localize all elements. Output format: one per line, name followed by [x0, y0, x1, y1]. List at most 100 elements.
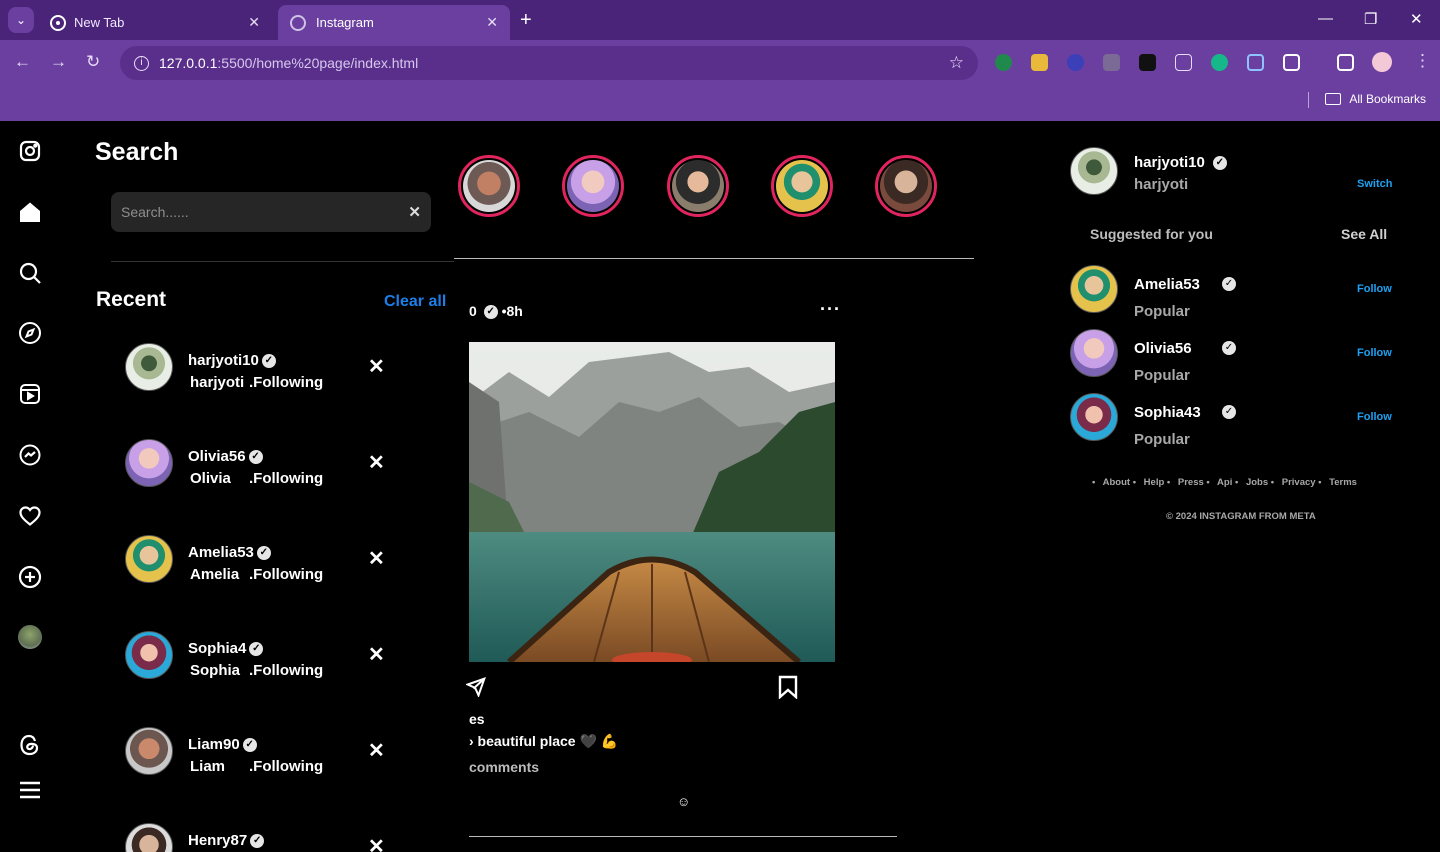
footer-link-terms[interactable]: Terms: [1329, 477, 1357, 488]
footer-link-help[interactable]: Help •: [1144, 477, 1171, 488]
shield-extension-icon[interactable]: [995, 54, 1012, 71]
recent-item[interactable]: harjyoti10 ✓ harjyoti .Following ✕: [125, 343, 425, 393]
side-panel-icon[interactable]: [1337, 54, 1354, 71]
profile-avatar-icon[interactable]: [1372, 52, 1392, 72]
profile-avatar[interactable]: [1070, 147, 1118, 195]
post-time: •8h: [501, 303, 523, 319]
tab-new-tab[interactable]: New Tab ✕: [40, 5, 272, 40]
suggestion-username[interactable]: Amelia53: [1134, 276, 1200, 293]
remove-recent-icon[interactable]: ✕: [368, 450, 385, 475]
footer-bullet: •: [1092, 477, 1096, 488]
more-options-icon[interactable]: ···: [820, 299, 841, 320]
follow-button[interactable]: Follow: [1357, 347, 1392, 359]
search-input[interactable]: [121, 204, 409, 220]
remove-recent-icon[interactable]: ✕: [368, 738, 385, 763]
kebab-menu-icon[interactable]: ⋮: [1414, 51, 1431, 71]
heart-notifications-icon[interactable]: [17, 503, 43, 529]
remove-recent-icon[interactable]: ✕: [368, 354, 385, 379]
tab-search-button[interactable]: ⌄: [8, 7, 34, 33]
suggestion-avatar[interactable]: [1070, 393, 1118, 441]
footer-link-privacy[interactable]: Privacy •: [1282, 477, 1322, 488]
recent-item[interactable]: Olivia56 ✓ Olivia .Following ✕: [125, 439, 425, 489]
download-extension-icon[interactable]: [1067, 54, 1084, 71]
remove-recent-icon[interactable]: ✕: [368, 546, 385, 571]
close-tab-icon[interactable]: ✕: [248, 14, 260, 31]
suggestion-avatar[interactable]: [1070, 265, 1118, 313]
switch-account-button[interactable]: Switch: [1357, 178, 1392, 190]
screen-extension-icon[interactable]: [1175, 54, 1192, 71]
media-extension-icon[interactable]: [1139, 54, 1156, 71]
forward-button[interactable]: →: [50, 52, 67, 72]
footer-link-about[interactable]: About •: [1103, 477, 1136, 488]
folder-extension-icon[interactable]: [1031, 54, 1048, 71]
recent-item[interactable]: Amelia53 ✓ Amelia .Following ✕: [125, 535, 425, 585]
clear-search-icon[interactable]: ✕: [408, 203, 421, 221]
minimize-button[interactable]: —: [1318, 10, 1333, 27]
footer-link-press[interactable]: Press •: [1178, 477, 1210, 488]
explore-compass-icon[interactable]: [17, 320, 43, 346]
footer-link-api[interactable]: Api •: [1217, 477, 1238, 488]
pen-extension-icon[interactable]: [1211, 54, 1228, 71]
create-plus-icon[interactable]: [17, 564, 43, 590]
search-icon[interactable]: [17, 260, 43, 286]
remove-recent-icon[interactable]: ✕: [368, 834, 385, 852]
reels-icon[interactable]: [17, 381, 43, 407]
clear-all-button[interactable]: Clear all: [384, 293, 446, 311]
all-bookmarks-button[interactable]: All Bookmarks: [1325, 92, 1426, 106]
suggestion-avatar[interactable]: [1070, 329, 1118, 377]
recent-name: Olivia: [190, 470, 231, 487]
tab-instagram[interactable]: Instagram ✕: [278, 5, 510, 40]
profile-avatar[interactable]: [17, 624, 43, 650]
folder-icon: [1325, 93, 1342, 105]
recent-status: .Following: [249, 566, 324, 583]
close-window-button[interactable]: ✕: [1410, 10, 1423, 28]
see-all-button[interactable]: See All: [1341, 226, 1387, 242]
suggestion-username[interactable]: Olivia56: [1134, 340, 1192, 357]
reload-button[interactable]: ↻: [86, 52, 100, 72]
story-avatar[interactable]: [875, 155, 937, 217]
messenger-icon[interactable]: [17, 442, 43, 468]
post-divider: [469, 836, 897, 837]
story-avatar[interactable]: [667, 155, 729, 217]
footer-link-jobs[interactable]: Jobs •: [1246, 477, 1274, 488]
story-avatar[interactable]: [771, 155, 833, 217]
threads-icon[interactable]: [17, 732, 43, 758]
share-send-icon[interactable]: [464, 677, 486, 702]
suggested-title: Suggested for you: [1090, 226, 1213, 242]
suggestion-username[interactable]: Sophia43: [1134, 404, 1201, 421]
close-tab-icon[interactable]: ✕: [486, 14, 498, 31]
recent-username: Sophia4: [188, 640, 247, 657]
post-username[interactable]: 0: [469, 303, 477, 319]
profile-username[interactable]: harjyoti10: [1134, 154, 1205, 171]
view-comments-link[interactable]: comments: [469, 759, 539, 775]
capture-extension-icon[interactable]: [1247, 54, 1264, 71]
back-button[interactable]: ←: [14, 52, 31, 72]
extensions-puzzle-icon[interactable]: [1283, 54, 1300, 71]
recent-item[interactable]: Liam90 ✓ Liam .Following ✕: [125, 727, 425, 777]
recent-item[interactable]: Sophia4 ✓ Sophia .Following ✕: [125, 631, 425, 681]
hamburger-menu-icon[interactable]: [17, 777, 43, 803]
emoji-icon[interactable]: ☺: [677, 794, 690, 809]
story-avatar[interactable]: [562, 155, 624, 217]
restore-button[interactable]: ❐: [1364, 10, 1377, 28]
copy-extension-icon[interactable]: [1103, 54, 1120, 71]
new-tab-button[interactable]: +: [520, 10, 532, 30]
recent-item[interactable]: Henry87 ✓ ✕: [125, 823, 425, 852]
bookmark-star-icon[interactable]: ☆: [949, 53, 964, 73]
remove-recent-icon[interactable]: ✕: [368, 642, 385, 667]
bookmarks-divider: [1308, 92, 1309, 108]
follow-button[interactable]: Follow: [1357, 283, 1392, 295]
post-image[interactable]: [469, 342, 835, 662]
instagram-logo-icon[interactable]: [17, 138, 43, 164]
story-avatar[interactable]: [458, 155, 520, 217]
site-info-icon[interactable]: i: [134, 55, 149, 71]
home-icon[interactable]: [17, 199, 43, 225]
bookmark-save-icon[interactable]: [778, 675, 798, 704]
follow-button[interactable]: Follow: [1357, 411, 1392, 423]
recent-status: .Following: [249, 758, 324, 775]
avatar: [125, 439, 173, 487]
address-bar[interactable]: i 127.0.0.1:5500/home%20page/index.html …: [120, 46, 978, 80]
post-header: 0 ✓ •8h: [469, 303, 523, 320]
divider: [111, 261, 454, 262]
recent-status: .Following: [249, 374, 324, 391]
